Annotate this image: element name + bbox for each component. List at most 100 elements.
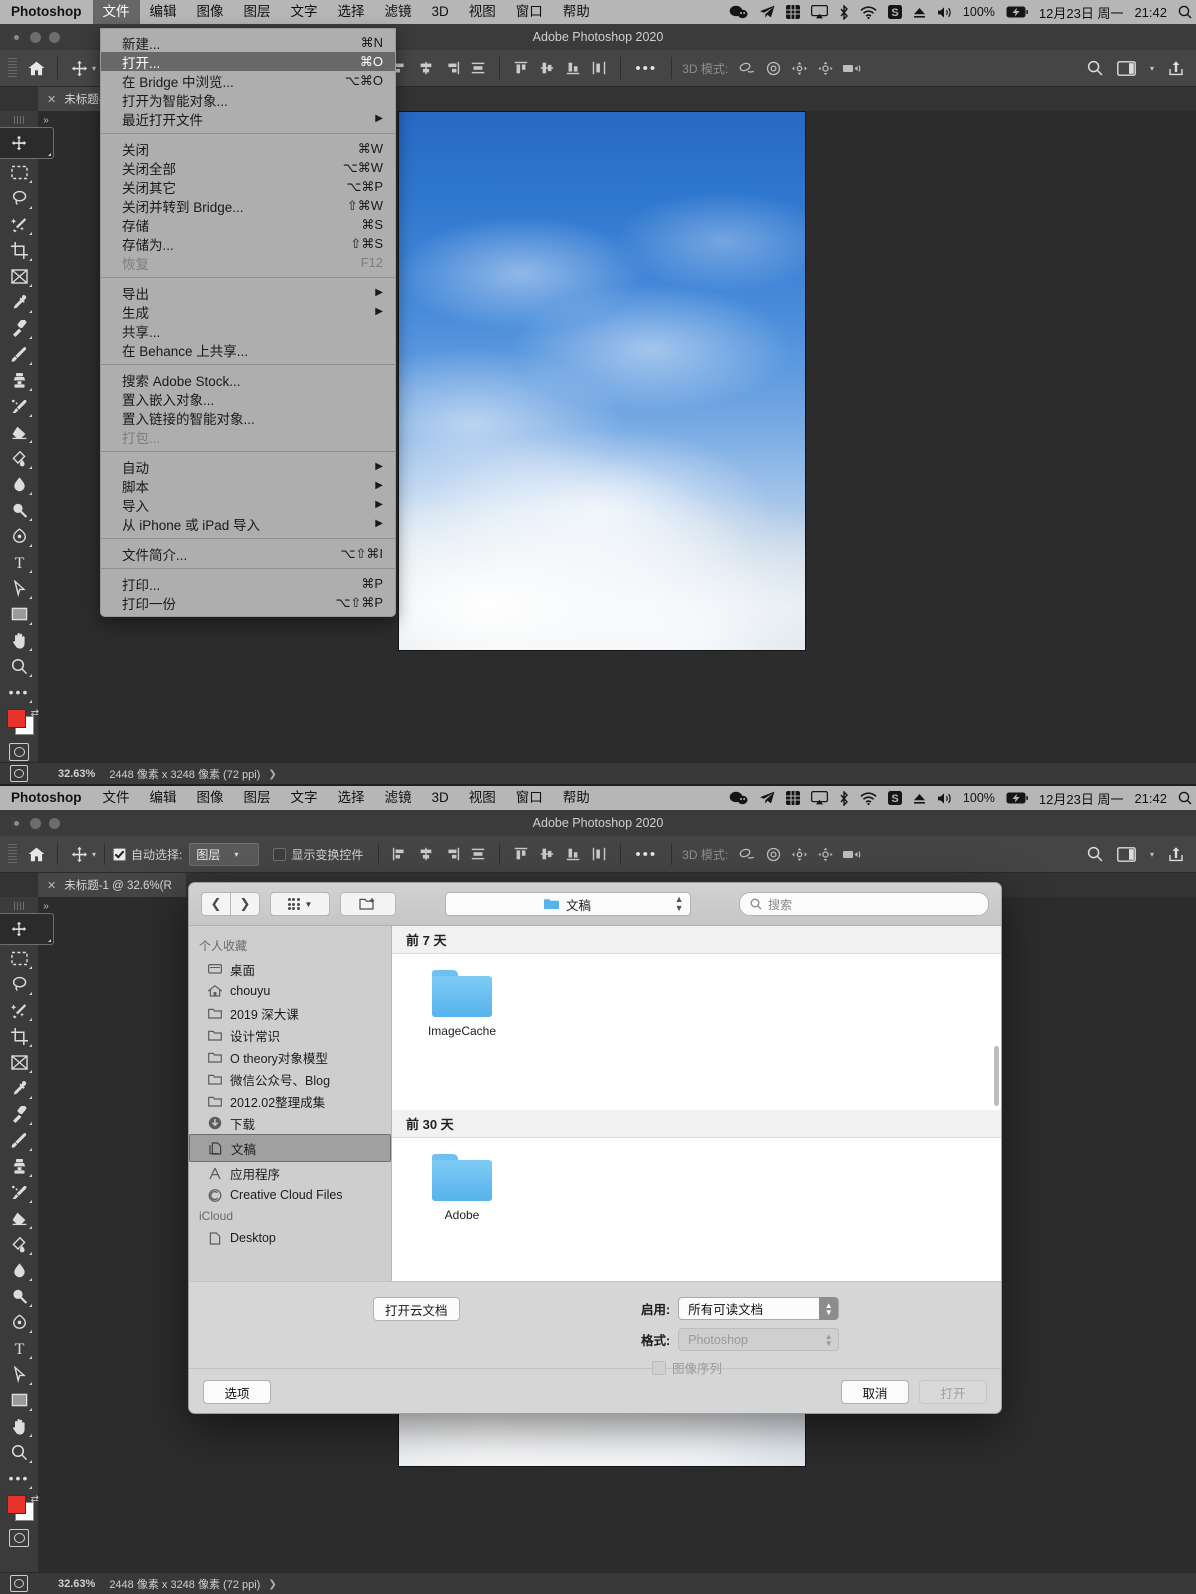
- move-tool-icon[interactable]: [66, 841, 92, 867]
- chevron-left-icon[interactable]: ❮: [201, 892, 231, 916]
- type-tool-icon[interactable]: T: [4, 1335, 34, 1361]
- menubar-item-image[interactable]: 图像: [187, 786, 234, 810]
- menu-item-place-linked[interactable]: 置入链接的智能对象...: [101, 408, 395, 427]
- zoom-tool-icon[interactable]: [4, 653, 34, 679]
- align-right-icon[interactable]: [439, 841, 465, 867]
- align-left-icon[interactable]: [387, 841, 413, 867]
- close-icon[interactable]: ✕: [47, 879, 56, 892]
- menubar-item-edit[interactable]: 编辑: [140, 0, 187, 24]
- bluetooth-icon[interactable]: [839, 790, 849, 806]
- options-bar-grip[interactable]: [8, 844, 17, 864]
- menubar-item-file[interactable]: 文件: [93, 786, 140, 810]
- sidebar-item-2019-shenda[interactable]: 2019 深大课: [189, 1002, 391, 1024]
- menubar-app-name[interactable]: Photoshop: [0, 0, 93, 24]
- align-top-icon[interactable]: [508, 841, 534, 867]
- distribute-horizontal-icon[interactable]: [465, 841, 491, 867]
- menu-bar-bottom[interactable]: Photoshop 文件 编辑 图像 图层 文字 选择 滤镜 3D 视图 窗口 …: [0, 786, 1196, 810]
- menu-item-close-and-go-to-bridge[interactable]: 关闭并转到 Bridge... ⇧⌘W: [101, 196, 395, 215]
- menu-item-place-embedded[interactable]: 置入嵌入对象...: [101, 389, 395, 408]
- align-right-icon[interactable]: [439, 55, 465, 81]
- grid-icon[interactable]: [785, 791, 800, 805]
- sidebar-item-applications[interactable]: 应用程序: [189, 1162, 391, 1184]
- menubar-item-window[interactable]: 窗口: [506, 786, 553, 810]
- menubar-item-view[interactable]: 视图: [459, 786, 506, 810]
- align-center-vertical-icon[interactable]: [534, 841, 560, 867]
- blur-tool-icon[interactable]: [4, 471, 34, 497]
- align-bottom-icon[interactable]: [560, 841, 586, 867]
- auto-select-dropdown[interactable]: 图层 ▾: [189, 842, 260, 866]
- menubar-time[interactable]: 21:42: [1134, 791, 1167, 806]
- pen-tool-icon[interactable]: [4, 523, 34, 549]
- menu-item-browse-in-bridge[interactable]: 在 Bridge 中浏览... ⌥⌘O: [101, 71, 395, 90]
- magic-wand-tool-icon[interactable]: [4, 997, 34, 1023]
- history-brush-tool-icon[interactable]: [4, 393, 34, 419]
- menu-item-automate[interactable]: 自动 ▶: [101, 457, 395, 476]
- edit-toolbar-icon[interactable]: •••: [4, 1465, 34, 1491]
- zoom-level[interactable]: 32.63%: [58, 1578, 95, 1590]
- menu-item-search-adobe-stock[interactable]: 搜索 Adobe Stock...: [101, 370, 395, 389]
- history-brush-tool-icon[interactable]: [4, 1179, 34, 1205]
- cancel-button[interactable]: 取消: [841, 1380, 909, 1404]
- close-icon[interactable]: ✕: [47, 93, 56, 106]
- menubar-item-filter[interactable]: 滤镜: [375, 0, 422, 24]
- menu-item-generate[interactable]: 生成 ▶: [101, 302, 395, 321]
- sidebar-item-2012-collection[interactable]: 2012.02整理成集: [189, 1090, 391, 1112]
- sidebar-item-downloads[interactable]: 下载: [189, 1112, 391, 1134]
- clone-stamp-tool-icon[interactable]: [4, 367, 34, 393]
- wechat-icon[interactable]: [729, 5, 748, 19]
- slide-3d-icon[interactable]: [812, 55, 838, 81]
- workspace-icon[interactable]: [1117, 846, 1136, 862]
- edit-toolbar-icon[interactable]: •••: [4, 679, 34, 705]
- document-canvas-top[interactable]: [398, 111, 806, 651]
- navigation-segmented-control[interactable]: ❮ ❯: [201, 892, 260, 916]
- volume-icon[interactable]: [937, 792, 952, 805]
- lasso-tool-icon[interactable]: [4, 971, 34, 997]
- expand-panels-icon[interactable]: »: [38, 897, 54, 915]
- auto-select-checkbox[interactable]: [113, 847, 127, 861]
- enable-dropdown[interactable]: 所有可读文档 ▲ ▼: [678, 1297, 840, 1320]
- pan-3d-icon[interactable]: [786, 55, 812, 81]
- orbit-3d-icon[interactable]: [734, 841, 760, 867]
- menubar-item-3d[interactable]: 3D: [422, 0, 459, 24]
- brush-tool-icon[interactable]: [4, 341, 34, 367]
- quick-mask-icon[interactable]: [9, 1529, 29, 1547]
- rectangle-tool-icon[interactable]: [4, 1387, 34, 1413]
- wifi-icon[interactable]: [860, 5, 877, 19]
- type-tool-icon[interactable]: T: [4, 549, 34, 575]
- path-popup-button[interactable]: 文稿 ▲ ▼: [444, 892, 691, 916]
- menubar-app-name[interactable]: Photoshop: [0, 786, 93, 810]
- menubar-item-help[interactable]: 帮助: [553, 786, 600, 810]
- document-tab-bottom[interactable]: ✕ 未标题-1 @ 32.6%(R: [38, 873, 186, 897]
- chevron-down-icon[interactable]: ▾: [92, 64, 96, 73]
- menu-item-save-as[interactable]: 存储为... ⇧⌘S: [101, 234, 395, 253]
- menu-item-open-recent[interactable]: 最近打开文件 ▶: [101, 109, 395, 128]
- roll-3d-icon[interactable]: [760, 55, 786, 81]
- menubar-item-help[interactable]: 帮助: [553, 0, 600, 24]
- menubar-item-type[interactable]: 文字: [281, 0, 328, 24]
- sidebar-item-wechat-blog[interactable]: 微信公众号、Blog: [189, 1068, 391, 1090]
- orbit-3d-icon[interactable]: [734, 55, 760, 81]
- roll-3d-icon[interactable]: [760, 841, 786, 867]
- menubar-item-type[interactable]: 文字: [281, 786, 328, 810]
- menu-item-file-info[interactable]: 文件简介... ⌥⇧⌘I: [101, 544, 395, 563]
- search-icon[interactable]: [1087, 846, 1103, 862]
- menu-item-new[interactable]: 新建... ⌘N: [101, 33, 395, 52]
- tool-panel-grip[interactable]: [13, 902, 25, 910]
- menubar-item-layer[interactable]: 图层: [234, 0, 281, 24]
- healing-brush-tool-icon[interactable]: [4, 315, 34, 341]
- eraser-tool-icon[interactable]: [4, 419, 34, 445]
- eyedropper-tool-icon[interactable]: [4, 289, 34, 315]
- sidebar-item-o-theory[interactable]: O theory对象模型: [189, 1046, 391, 1068]
- sidebar-item-desktop[interactable]: 桌面: [189, 958, 391, 980]
- battery-charging-icon[interactable]: [1006, 6, 1028, 18]
- menu-item-scripts[interactable]: 脚本 ▶: [101, 476, 395, 495]
- sidebar-item-design-sense[interactable]: 设计常识: [189, 1024, 391, 1046]
- eraser-tool-icon[interactable]: [4, 1205, 34, 1231]
- menu-item-import-from-iphone-ipad[interactable]: 从 iPhone 或 iPad 导入 ▶: [101, 514, 395, 533]
- workspace-icon[interactable]: [1117, 60, 1136, 76]
- menubar-item-file[interactable]: 文件: [92, 0, 140, 24]
- move-tool-icon[interactable]: [66, 55, 92, 81]
- menu-item-share-on-behance[interactable]: 在 Behance 上共享...: [101, 340, 395, 359]
- marquee-tool-icon[interactable]: [4, 159, 34, 185]
- align-bottom-icon[interactable]: [560, 55, 586, 81]
